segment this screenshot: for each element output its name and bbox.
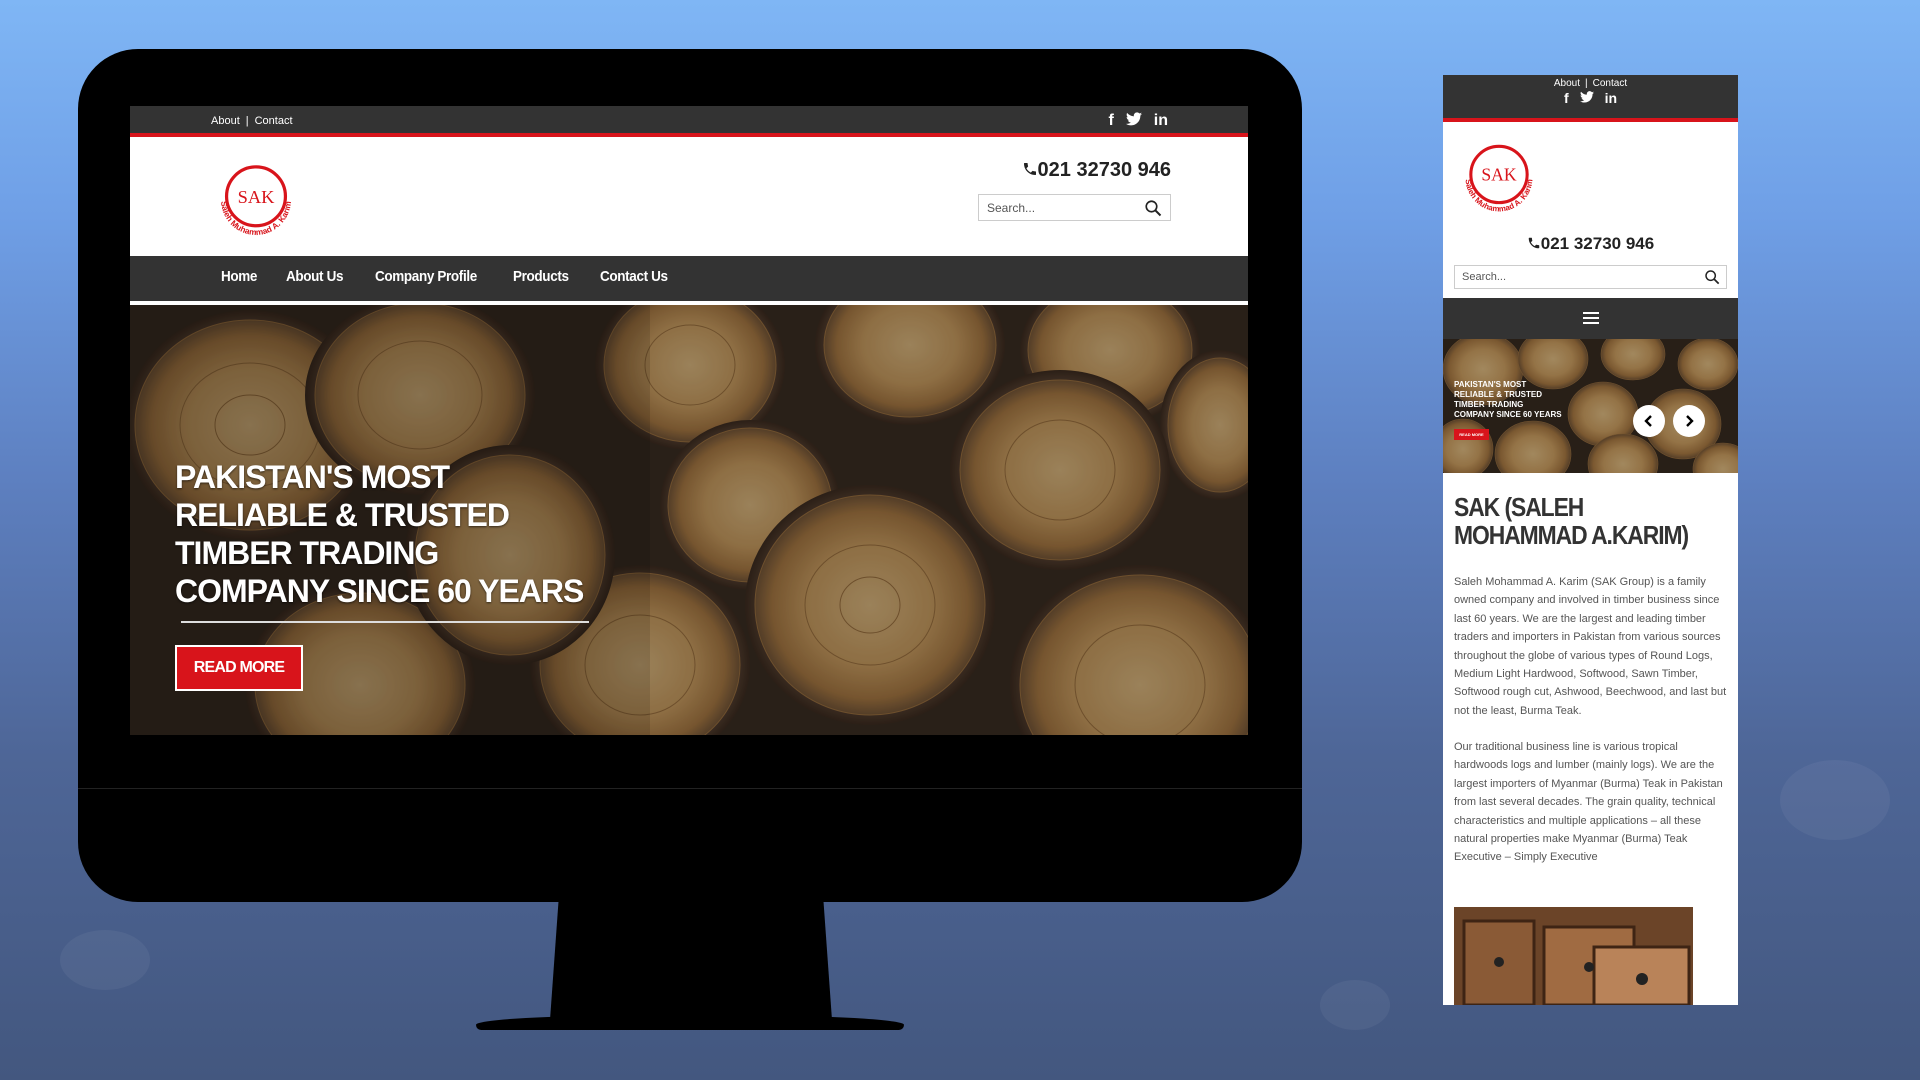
sak-logo[interactable]: SAK Saleh Muhammad A. Karim (1455, 134, 1543, 222)
facebook-icon[interactable]: f (1564, 90, 1569, 106)
background-bokeh (1780, 760, 1890, 840)
read-more-button[interactable]: READ MORE (175, 645, 303, 691)
hero-title: PAKISTAN'S MOST RELIABLE & TRUSTED TIMBE… (175, 459, 584, 609)
desktop-site-screen: About | Contact f in SAK Saleh Muhammad A.… (130, 106, 1248, 735)
mobile-read-more-button[interactable]: READ MORE (1454, 429, 1489, 440)
wooden-drawers-image (1454, 907, 1693, 1005)
monitor-chin-divider (78, 788, 1302, 789)
mobile-business-paragraph: Our traditional business line is various… (1454, 741, 1723, 864)
twitter-icon[interactable] (1579, 90, 1594, 106)
background-bokeh (1320, 980, 1390, 1030)
nav-about-us[interactable]: About Us (286, 268, 343, 285)
twitter-icon[interactable] (1125, 112, 1142, 131)
search-box[interactable]: Search... (978, 194, 1171, 221)
nav-products[interactable]: Products (513, 268, 569, 285)
site-header: SAK Saleh Muhammad A. Karim 021 32730 94… (130, 137, 1248, 256)
mobile-hero-title: PAKISTAN'S MOST RELIABLE & TRUSTED TIMBE… (1454, 380, 1562, 419)
phone-number: 021 32730 946 (1022, 159, 1171, 182)
chevron-right-icon (1686, 415, 1694, 427)
facebook-icon[interactable]: f (1108, 112, 1113, 131)
mobile-search-box[interactable]: Search... (1454, 265, 1727, 289)
monitor-stand-base (476, 1016, 904, 1030)
mobile-top-bar: About | Contact f in (1443, 75, 1738, 122)
mobile-search-input[interactable]: Search... (1462, 271, 1506, 283)
linkedin-icon[interactable]: in (1605, 90, 1617, 106)
mobile-intro-paragraph: Saleh Mohammad A. Karim (SAK Group) is a… (1454, 576, 1727, 717)
top-link-separator: | (245, 115, 249, 127)
search-input[interactable]: Search... (987, 201, 1035, 215)
mobile-top-link-separator: | (1585, 78, 1588, 89)
mobile-phone-number: 021 32730 946 (1443, 234, 1738, 254)
mobile-site-preview: About | Contact f in SAK Saleh Muhammad A.… (1443, 75, 1738, 1005)
top-links: About | Contact (211, 115, 293, 127)
slider-prev-button[interactable] (1633, 405, 1665, 437)
contact-link[interactable]: Contact (255, 115, 293, 127)
slider-next-button[interactable] (1673, 405, 1705, 437)
social-links: f in (1108, 112, 1168, 131)
phone-icon (1023, 163, 1036, 175)
main-nav: Home About Us Company Profile Products C… (130, 256, 1248, 301)
nav-contact-us[interactable]: Contact Us (600, 268, 668, 285)
top-bar: About | Contact f in (130, 106, 1248, 137)
hero-divider (181, 621, 589, 623)
monitor-frame: About | Contact f in SAK Saleh Muhammad A.… (78, 49, 1302, 902)
mobile-company-heading: SAK (SALEH MOHAMMAD A.KARIM) (1454, 492, 1689, 550)
nav-home[interactable]: Home (221, 268, 257, 285)
background-bokeh (60, 930, 150, 990)
mobile-phone-text: 021 32730 946 (1540, 234, 1655, 253)
nav-company-profile[interactable]: Company Profile (375, 268, 477, 285)
mobile-hero-slider: PAKISTAN'S MOST RELIABLE & TRUSTED TIMBE… (1443, 339, 1738, 473)
hero-slider: PAKISTAN'S MOST RELIABLE & TRUSTED TIMBE… (130, 305, 1248, 735)
about-link[interactable]: About (211, 115, 240, 127)
monitor-stand (550, 902, 832, 1020)
phone-icon (1528, 237, 1540, 249)
mobile-social-links: f in (1443, 90, 1738, 106)
search-icon[interactable] (1144, 199, 1162, 217)
linkedin-icon[interactable]: in (1154, 112, 1168, 131)
logo-main-text: SAK (238, 187, 276, 207)
mobile-top-links: About | Contact (1443, 75, 1738, 89)
mobile-contact-link[interactable]: Contact (1593, 78, 1627, 89)
hamburger-menu-icon[interactable] (1583, 312, 1599, 327)
search-icon[interactable] (1704, 269, 1720, 285)
mobile-about-link[interactable]: About (1554, 78, 1580, 89)
phone-number-text: 021 32730 946 (1037, 159, 1171, 181)
chevron-left-icon (1644, 415, 1652, 427)
logo-main-text: SAK (1481, 165, 1516, 185)
sak-logo[interactable]: SAK Saleh Muhammad A. Karim (210, 154, 302, 246)
mobile-nav-bar (1443, 298, 1738, 339)
